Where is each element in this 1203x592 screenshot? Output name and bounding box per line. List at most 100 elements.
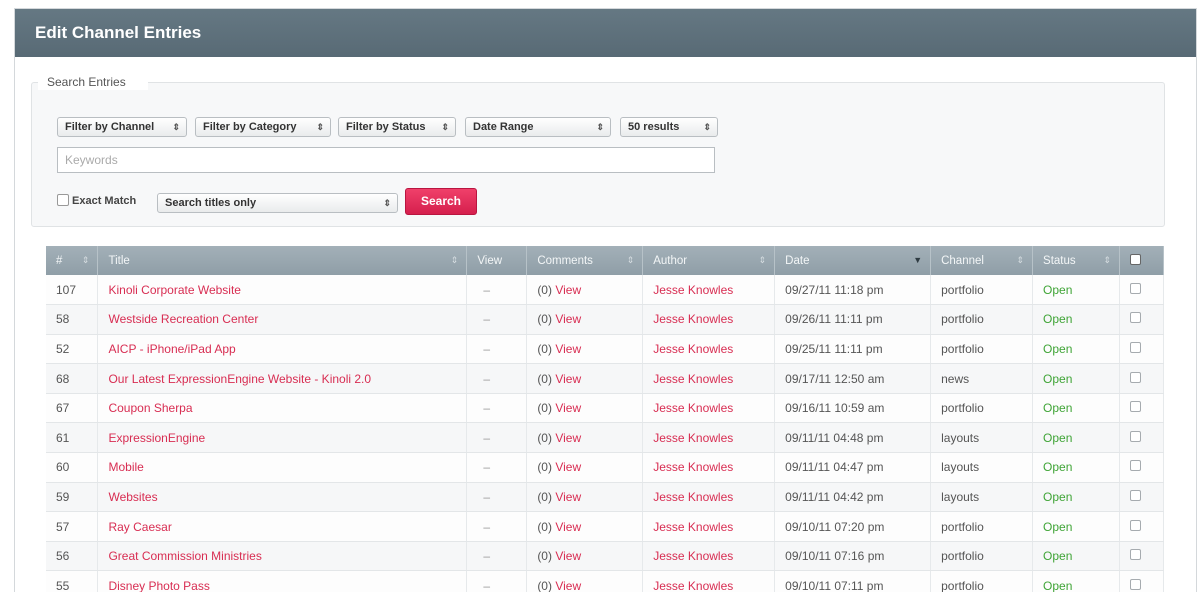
keywords-input[interactable]: Keywords: [57, 147, 715, 173]
comments-view-link[interactable]: View: [555, 460, 581, 474]
entry-view: –: [466, 511, 528, 542]
comments-view-link[interactable]: View: [555, 549, 581, 563]
author-link[interactable]: Jesse Knowles: [653, 460, 733, 474]
exact-match-option[interactable]: Exact Match: [57, 194, 136, 208]
entry-title-link[interactable]: Our Latest ExpressionEngine Website - Ki…: [108, 372, 371, 386]
date-range-select[interactable]: Date Range ⇕: [465, 117, 611, 137]
row-checkbox[interactable]: [1129, 312, 1141, 324]
comments-count: (0): [537, 460, 552, 475]
entry-id: 68: [46, 363, 99, 394]
table-row: 59 Websites – (0) View Jesse Knowles 09/11/11…: [46, 482, 1165, 513]
row-checkbox[interactable]: [1129, 371, 1141, 383]
entry-title-link[interactable]: Websites: [108, 490, 157, 504]
author-link[interactable]: Jesse Knowles: [653, 579, 733, 592]
row-checkbox[interactable]: [1129, 578, 1141, 590]
comments-count: (0): [537, 282, 552, 297]
select-all-checkbox[interactable]: [1129, 254, 1141, 265]
entry-id: 55: [46, 570, 99, 592]
comments-view-link[interactable]: View: [555, 490, 581, 504]
comments-count: (0): [537, 371, 552, 386]
entry-title-link[interactable]: Westside Recreation Center: [108, 312, 258, 326]
comments-count: (0): [537, 578, 552, 592]
entry-date: 09/10/11 07:20 pm: [774, 511, 932, 542]
filter-channel-select[interactable]: Filter by Channel ⇕: [57, 117, 187, 137]
entry-title-link[interactable]: Great Commission Ministries: [108, 549, 261, 563]
comments-view-link[interactable]: View: [555, 283, 581, 297]
row-checkbox[interactable]: [1129, 282, 1141, 294]
page-title: Edit Channel Entries: [15, 9, 1196, 57]
search-button[interactable]: Search: [405, 188, 477, 215]
entry-title-link[interactable]: Kinoli Corporate Website: [108, 283, 241, 297]
entry-title-link[interactable]: Coupon Sherpa: [108, 401, 192, 415]
select-arrows-icon: ⇕: [383, 198, 391, 208]
entry-view: –: [466, 452, 528, 483]
exact-match-checkbox[interactable]: [57, 194, 69, 206]
entry-channel: portfolio: [930, 275, 1034, 306]
comments-view-link[interactable]: View: [555, 342, 581, 356]
comments-view-link[interactable]: View: [555, 520, 581, 534]
select-arrows-icon: ⇕: [596, 122, 604, 132]
entry-title-link[interactable]: Mobile: [108, 460, 143, 474]
entry-title-link[interactable]: Disney Photo Pass: [108, 579, 209, 592]
filter-status-select[interactable]: Filter by Status ⇕: [338, 117, 456, 137]
row-checkbox[interactable]: [1129, 430, 1141, 442]
entry-view: –: [466, 570, 528, 592]
author-link[interactable]: Jesse Knowles: [653, 549, 733, 563]
entry-view: –: [466, 304, 528, 335]
comments-count: (0): [537, 401, 552, 416]
comments-view-link[interactable]: View: [555, 372, 581, 386]
search-scope-select[interactable]: Search titles only ⇕: [157, 193, 398, 213]
comments-view-link[interactable]: View: [555, 431, 581, 445]
row-checkbox[interactable]: [1129, 401, 1141, 413]
column-header-author[interactable]: Author ⇕: [642, 246, 776, 275]
entry-view: –: [466, 541, 528, 572]
comments-count: (0): [537, 312, 552, 327]
entry-date: 09/26/11 11:11 pm: [774, 304, 932, 335]
filter-category-select[interactable]: Filter by Category ⇕: [195, 117, 331, 137]
entry-channel: portfolio: [930, 393, 1034, 424]
author-link[interactable]: Jesse Knowles: [653, 312, 733, 326]
author-link[interactable]: Jesse Knowles: [653, 490, 733, 504]
sort-icon: ⇕: [1016, 255, 1025, 265]
table-row: 61 ExpressionEngine – (0) View Jesse Knowles…: [46, 422, 1165, 454]
entry-channel: portfolio: [930, 570, 1034, 592]
entry-date: 09/25/11 11:11 pm: [774, 334, 932, 365]
author-link[interactable]: Jesse Knowles: [653, 520, 733, 534]
column-header-date[interactable]: Date ▼: [774, 246, 932, 275]
author-link[interactable]: Jesse Knowles: [653, 372, 733, 386]
row-checkbox[interactable]: [1129, 460, 1141, 472]
entry-date: 09/11/11 04:42 pm: [774, 482, 932, 513]
comments-view-link[interactable]: View: [555, 579, 581, 592]
table-row: 60 Mobile – (0) View Jesse Knowles 09/11/11 0…: [46, 452, 1165, 483]
entry-title-link[interactable]: ExpressionEngine: [108, 431, 205, 445]
column-header-title[interactable]: Title ⇕: [97, 246, 468, 275]
table-row: 52 AICP - iPhone/iPad App – (0) View Jesse K…: [46, 334, 1165, 365]
author-link[interactable]: Jesse Knowles: [653, 431, 733, 445]
entry-channel: layouts: [930, 422, 1034, 454]
column-header-comments[interactable]: Comments ⇕: [526, 246, 644, 275]
column-header-status[interactable]: Status ⇕: [1032, 246, 1120, 275]
status-badge: Open: [1043, 489, 1073, 504]
select-arrows-icon: ⇕: [172, 122, 180, 132]
column-header-channel[interactable]: Channel ⇕: [930, 246, 1034, 275]
comments-view-link[interactable]: View: [555, 312, 581, 326]
comments-view-link[interactable]: View: [555, 401, 581, 415]
entry-channel: news: [930, 363, 1034, 394]
row-checkbox[interactable]: [1129, 489, 1141, 501]
table-row: 68 Our Latest ExpressionEngine Website - …: [46, 363, 1165, 394]
comments-count: (0): [537, 549, 552, 564]
entry-channel: portfolio: [930, 304, 1034, 335]
row-checkbox[interactable]: [1129, 519, 1141, 531]
comments-count: (0): [537, 489, 552, 504]
column-header-id[interactable]: # ⇕: [46, 246, 99, 275]
results-per-page-select[interactable]: 50 results ⇕: [620, 117, 718, 137]
row-checkbox[interactable]: [1129, 341, 1141, 353]
entry-title-link[interactable]: Ray Caesar: [108, 520, 171, 534]
author-link[interactable]: Jesse Knowles: [653, 342, 733, 356]
entry-title-link[interactable]: AICP - iPhone/iPad App: [108, 342, 235, 356]
entry-id: 107: [46, 275, 99, 306]
author-link[interactable]: Jesse Knowles: [653, 283, 733, 297]
sort-icon: ⇕: [1103, 255, 1111, 265]
author-link[interactable]: Jesse Knowles: [653, 401, 733, 415]
row-checkbox[interactable]: [1129, 549, 1141, 561]
